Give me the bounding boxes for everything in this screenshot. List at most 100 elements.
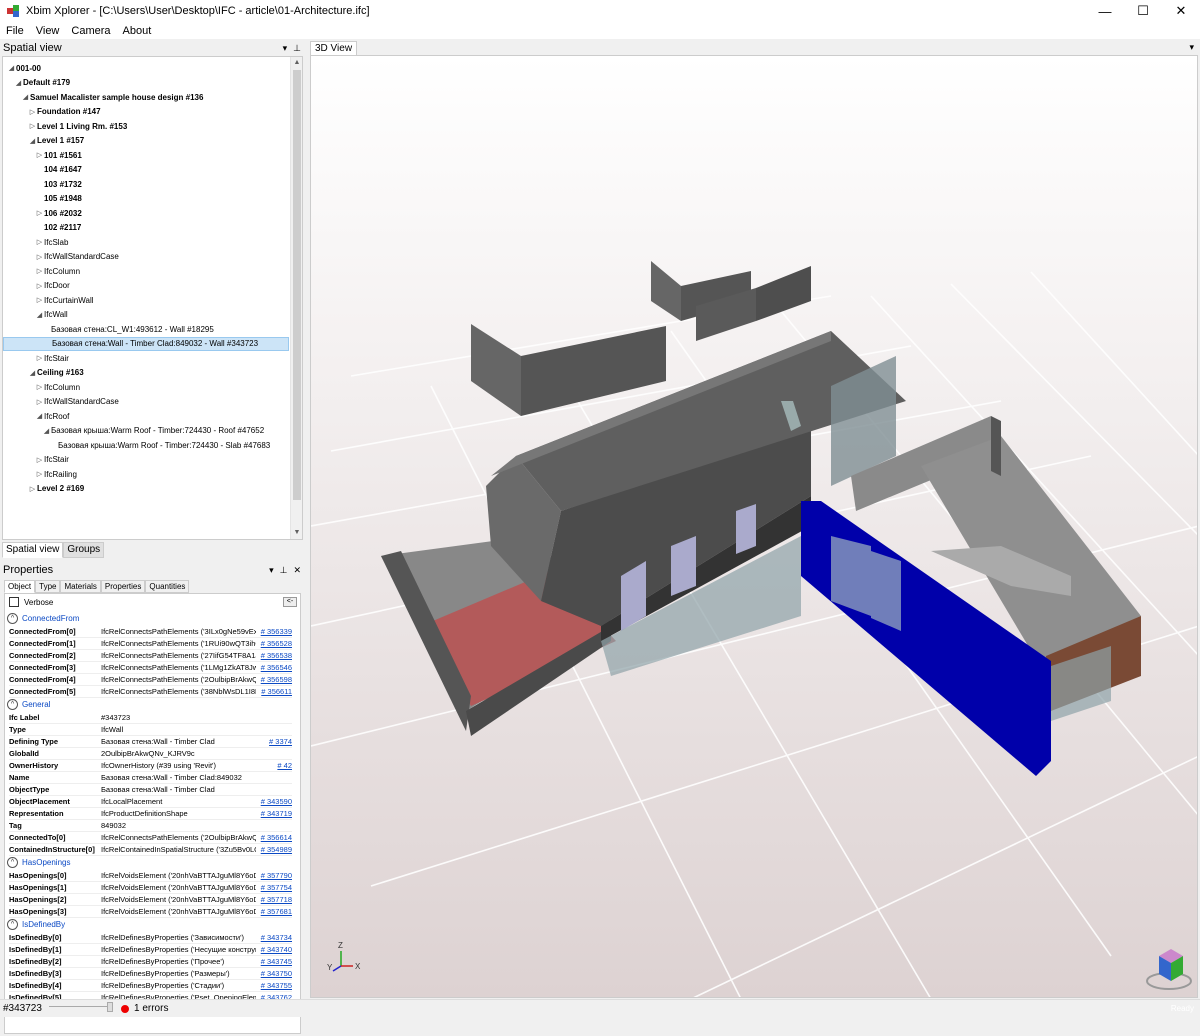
tree-item[interactable]: ▷ 101 #1561	[3, 148, 289, 162]
close-icon[interactable]: ✕	[293, 565, 301, 576]
expanded-triangle-icon[interactable]: ◢	[28, 137, 37, 145]
menu-camera[interactable]: Camera	[65, 25, 116, 37]
pin-icon[interactable]: ⊥	[293, 43, 301, 54]
tab-object[interactable]: Object	[4, 580, 36, 593]
collapsed-triangle-icon[interactable]: ▷	[35, 456, 44, 464]
property-section[interactable]: ^ General	[7, 698, 50, 711]
expanded-triangle-icon[interactable]: ◢	[28, 369, 37, 377]
verbose-checkbox[interactable]	[9, 597, 19, 607]
tree-item[interactable]: ▷ 106 #2032	[3, 206, 289, 220]
collapsed-triangle-icon[interactable]: ▷	[35, 354, 44, 362]
pin-icon[interactable]: ⊥	[280, 565, 288, 576]
menu-view[interactable]: View	[30, 25, 66, 37]
property-link[interactable]: # 343755	[256, 981, 292, 990]
collapsed-triangle-icon[interactable]: ▷	[28, 122, 37, 130]
property-link[interactable]: # 356546	[256, 663, 292, 672]
scroll-thumb[interactable]	[293, 70, 301, 500]
tree-item[interactable]: ▷ IfcDoor	[3, 279, 289, 293]
expanded-triangle-icon[interactable]: ◢	[21, 93, 30, 101]
menu-about[interactable]: About	[117, 25, 158, 37]
tree-item[interactable]: ◢ Default #179	[3, 76, 289, 90]
tree-item[interactable]: ▷ IfcWallStandardCase	[3, 395, 289, 409]
property-section[interactable]: ^ ConnectedFrom	[7, 612, 79, 625]
collapsed-triangle-icon[interactable]: ▷	[35, 253, 44, 261]
property-section[interactable]: ^ IsDefinedBy	[7, 918, 65, 931]
expanded-triangle-icon[interactable]: ◢	[35, 412, 44, 420]
collapsed-triangle-icon[interactable]: ▷	[35, 238, 44, 246]
tree-item[interactable]: Базовая стена:CL_W1:493612 - Wall #18295	[3, 322, 289, 336]
spatial-tree[interactable]: ▲ ▼ ◢ 001-00 ◢ Default #179 ◢ Samuel Macalist…	[2, 56, 303, 540]
property-section[interactable]: ^ HasOpenings	[7, 856, 70, 869]
property-link[interactable]: # 343734	[256, 933, 292, 942]
tree-item[interactable]: ◢ Samuel Macalister sample house design #…	[3, 90, 289, 104]
tree-item[interactable]: 102 #2117	[3, 221, 289, 235]
collapsed-triangle-icon[interactable]: ▷	[28, 485, 37, 493]
tree-item[interactable]: ▷ IfcColumn	[3, 380, 289, 394]
expanded-triangle-icon[interactable]: ◢	[7, 64, 16, 72]
expanded-triangle-icon[interactable]: ◢	[14, 79, 23, 87]
scroll-up-icon[interactable]: ▲	[291, 57, 302, 69]
collapsed-triangle-icon[interactable]: ▷	[35, 267, 44, 275]
tree-item[interactable]: 104 #1647	[3, 163, 289, 177]
property-link[interactable]: # 357681	[256, 907, 292, 916]
3d-scene[interactable]: Z Y X	[311, 56, 1198, 998]
property-link[interactable]: # 357790	[256, 871, 292, 880]
tree-item[interactable]: ◢ Ceiling #163	[3, 366, 289, 380]
property-link[interactable]: # 42	[256, 761, 292, 770]
collapsed-triangle-icon[interactable]: ▷	[28, 108, 37, 116]
tab-type[interactable]: Type	[35, 580, 61, 593]
error-icon[interactable]	[121, 1004, 129, 1013]
property-link[interactable]: # 356614	[256, 833, 292, 842]
collapsed-triangle-icon[interactable]: ▷	[35, 470, 44, 478]
minimize-button[interactable]: —	[1086, 0, 1124, 22]
tree-item[interactable]: 103 #1732	[3, 177, 289, 191]
tree-item[interactable]: ▷ IfcStair	[3, 453, 289, 467]
property-link[interactable]: # 356538	[256, 651, 292, 660]
property-link[interactable]: # 356611	[256, 687, 292, 696]
tree-item[interactable]: 105 #1948	[3, 192, 289, 206]
collapsed-triangle-icon[interactable]: ▷	[35, 151, 44, 159]
property-link[interactable]: # 356598	[256, 675, 292, 684]
collapsed-triangle-icon[interactable]: ▷	[35, 296, 44, 304]
verbose-toggle[interactable]: Verbose	[9, 597, 53, 607]
tree-item[interactable]: ▷ Foundation #147	[3, 105, 289, 119]
tree-item-selected[interactable]: Базовая стена:Wall - Timber Clad:849032 …	[3, 336, 289, 351]
collapse-icon[interactable]: ^	[7, 919, 18, 930]
property-link[interactable]: # 343750	[256, 969, 292, 978]
property-link[interactable]: # 356339	[256, 627, 292, 636]
property-link[interactable]: # 343719	[256, 809, 292, 818]
property-link[interactable]: # 343590	[256, 797, 292, 806]
tab-quantities[interactable]: Quantities	[145, 580, 190, 593]
tree-item[interactable]: ▷ Level 2 #169	[3, 482, 289, 496]
collapse-icon[interactable]: ^	[7, 857, 18, 868]
back-button[interactable]: <-	[283, 597, 297, 607]
property-link[interactable]: # 354989	[256, 845, 292, 854]
scroll-down-icon[interactable]: ▼	[291, 527, 302, 539]
expanded-triangle-icon[interactable]: ◢	[42, 427, 51, 435]
tab-groups[interactable]: Groups	[63, 542, 105, 558]
property-link[interactable]: # 357754	[256, 883, 292, 892]
menu-file[interactable]: File	[0, 25, 30, 37]
tree-scrollbar[interactable]: ▲ ▼	[290, 57, 302, 539]
tree-item[interactable]: ▷ IfcColumn	[3, 264, 289, 278]
maximize-button[interactable]: ☐	[1124, 0, 1162, 22]
tree-item[interactable]: ▷ Level 1 Living Rm. #153	[3, 119, 289, 133]
tree-item[interactable]: ◢ IfcRoof	[3, 409, 289, 423]
dropdown-icon[interactable]: ▾	[283, 43, 288, 54]
collapse-icon[interactable]: ^	[7, 613, 18, 624]
tree-item[interactable]: ▷ IfcSlab	[3, 235, 289, 249]
3d-viewport[interactable]: Z Y X	[310, 55, 1198, 998]
tree-item[interactable]: ◢ Базовая крыша:Warm Roof - Timber:724430…	[3, 424, 289, 438]
collapsed-triangle-icon[interactable]: ▷	[35, 383, 44, 391]
collapsed-triangle-icon[interactable]: ▷	[35, 209, 44, 217]
tree-item[interactable]: ◢ 001-00	[3, 61, 289, 75]
error-count[interactable]: 1 errors	[134, 1003, 168, 1014]
property-link[interactable]: # 356528	[256, 639, 292, 648]
collapsed-triangle-icon[interactable]: ▷	[35, 398, 44, 406]
tree-item[interactable]: ▷ IfcRailing	[3, 467, 289, 481]
collapsed-triangle-icon[interactable]: ▷	[35, 282, 44, 290]
tree-item[interactable]: ▷ IfcCurtainWall	[3, 293, 289, 307]
close-button[interactable]: ✕	[1162, 0, 1200, 22]
tree-item[interactable]: Базовая крыша:Warm Roof - Timber:724430 …	[3, 438, 289, 452]
expanded-triangle-icon[interactable]: ◢	[35, 311, 44, 319]
